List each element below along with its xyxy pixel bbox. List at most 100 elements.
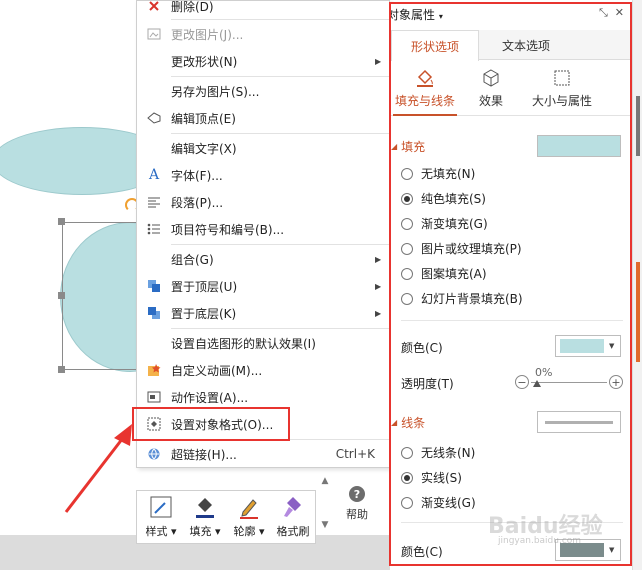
delete-x-icon — [137, 0, 171, 12]
line-preview-swatch[interactable] — [537, 411, 621, 433]
panel-tabs: 形状选项 文本选项 — [391, 30, 630, 61]
radio-label: 幻灯片背景填充(B) — [421, 292, 523, 306]
line-section-header[interactable]: ◢ 线条 — [391, 414, 425, 431]
tab-label: 文本选项 — [501, 38, 550, 53]
send-to-back-icon — [137, 306, 171, 320]
radio-label: 图案填充(A) — [421, 267, 487, 281]
scroll-down-icon[interactable]: ▼ — [322, 520, 329, 530]
radio-gradient-fill[interactable]: 渐变填充(G) — [401, 215, 488, 232]
menu-item-change-picture[interactable]: 更改图片(J)... — [137, 21, 389, 47]
help-button[interactable]: ? 帮助 — [340, 486, 374, 526]
style-label: 样式 — [145, 525, 168, 538]
menu-item-edit-points[interactable]: 编辑顶点(E) — [137, 105, 389, 131]
menu-item-edit-text[interactable]: 编辑文字(X) — [137, 135, 389, 161]
style-button[interactable]: 样式 ▾ — [139, 495, 183, 541]
pin-icon[interactable]: ⤡ — [599, 6, 608, 19]
subtab-label: 填充与线条 — [394, 94, 455, 108]
radio-solid-line[interactable]: 实线(S) — [401, 469, 462, 486]
subtab-fill-line[interactable]: 填充与线条 — [393, 68, 457, 116]
menu-item-group[interactable]: 组合(G) ▶ — [137, 246, 389, 272]
radio-no-line[interactable]: 无线条(N) — [401, 444, 475, 461]
change-picture-icon — [137, 28, 171, 40]
submenu-arrow-icon: ▶ — [375, 56, 382, 66]
decrease-icon[interactable]: − — [515, 375, 529, 389]
toolbar-scroll[interactable]: ▲ ▼ — [318, 476, 332, 530]
menu-item-font[interactable]: A 字体(F)... — [137, 162, 389, 188]
radio-dot — [401, 167, 413, 180]
help-icon: ? — [349, 486, 365, 502]
menu-item-label: 编辑顶点(E) — [171, 111, 236, 126]
subtab-label: 大小与属性 — [531, 94, 592, 108]
scroll-up-icon[interactable]: ▲ — [322, 476, 329, 486]
hyperlink-icon — [137, 447, 171, 461]
tab-shape-options[interactable]: 形状选项 — [391, 30, 479, 61]
custom-animation-icon — [137, 363, 171, 377]
radio-dot — [401, 496, 413, 509]
radio-slide-background-fill[interactable]: 幻灯片背景填充(B) — [401, 290, 523, 307]
radio-label: 无填充(N) — [421, 167, 476, 181]
menu-item-label: 置于顶层(U) — [171, 279, 238, 294]
menu-item-send-to-back[interactable]: 置于底层(K) ▶ — [137, 300, 389, 326]
menu-item-bring-to-front[interactable]: 置于顶层(U) ▶ — [137, 273, 389, 299]
menu-item-default-shape-effect[interactable]: 设置自选图形的默认效果(I) — [137, 330, 389, 356]
panel-menu-chevron-icon[interactable]: ▾ — [439, 12, 443, 21]
fill-bucket-icon — [196, 498, 214, 518]
color-swatch — [560, 339, 604, 353]
menu-item-paragraph[interactable]: 段落(P)... — [137, 189, 389, 215]
tab-text-options[interactable]: 文本选项 — [481, 30, 571, 60]
radio-pattern-fill[interactable]: 图案填充(A) — [401, 265, 487, 282]
highlight-annotation — [132, 407, 290, 441]
format-painter-button[interactable]: 格式刷 — [271, 495, 315, 541]
scroll-mark — [636, 96, 640, 156]
menu-separator — [171, 244, 389, 245]
menu-item-delete[interactable]: 删除(D) — [137, 0, 389, 19]
action-settings-icon — [137, 391, 171, 403]
menu-separator — [171, 133, 389, 134]
fill-preview-swatch[interactable] — [537, 135, 621, 157]
bullets-icon — [137, 223, 171, 235]
bring-to-front-icon — [137, 279, 171, 293]
transparency-slider[interactable]: 0% − + — [515, 366, 623, 392]
style-icon — [150, 496, 172, 518]
submenu-arrow-icon: ▶ — [375, 281, 382, 291]
fill-section-header[interactable]: ◢ 填充 — [391, 138, 425, 155]
mini-toolbar: 样式 ▾ 填充 ▾ 轮廓 ▾ 格式刷 — [136, 490, 316, 544]
menu-item-bullets-numbering[interactable]: 项目符号和编号(B)... — [137, 216, 389, 242]
slider-thumb[interactable] — [533, 380, 541, 387]
slider-track[interactable] — [531, 382, 607, 383]
menu-item-save-as-picture[interactable]: 另存为图片(S)... — [137, 78, 389, 104]
radio-no-fill[interactable]: 无填充(N) — [401, 165, 475, 182]
menu-item-label: 段落(P)... — [171, 195, 224, 210]
menu-item-change-shape[interactable]: 更改形状(N) ▶ — [137, 48, 389, 74]
increase-icon[interactable]: + — [609, 375, 623, 389]
radio-dot — [401, 192, 413, 205]
section-divider — [401, 320, 623, 321]
resize-handle[interactable] — [58, 292, 65, 299]
resize-handle[interactable] — [58, 366, 65, 373]
radio-label: 实线(S) — [421, 471, 462, 485]
menu-item-label: 自定义动画(M)... — [171, 363, 263, 378]
outline-button[interactable]: 轮廓 ▾ — [227, 495, 271, 541]
font-icon: A — [148, 167, 160, 183]
menu-item-label: 删除(D) — [171, 0, 214, 14]
outline-label: 轮廓 — [233, 525, 256, 538]
fill-button[interactable]: 填充 ▾ — [183, 495, 227, 541]
radio-gradient-line[interactable]: 渐变线(G) — [401, 494, 476, 511]
subtab-effects[interactable]: 效果 — [471, 68, 511, 116]
side-scrollbar[interactable] — [632, 0, 642, 570]
close-icon[interactable]: ✕ — [615, 6, 624, 19]
menu-separator — [171, 328, 389, 329]
fill-label: 填充 — [189, 525, 212, 538]
subtab-size-properties[interactable]: 大小与属性 — [527, 68, 597, 116]
menu-item-label: 编辑文字(X) — [171, 141, 237, 156]
menu-item-custom-animation[interactable]: 自定义动画(M)... — [137, 357, 389, 383]
radio-picture-fill[interactable]: 图片或纹理填充(P) — [401, 240, 522, 257]
line-sample — [545, 420, 613, 424]
fill-heading: 填充 — [401, 140, 426, 154]
radio-solid-fill[interactable]: 纯色填充(S) — [401, 190, 486, 207]
subtab-label: 效果 — [478, 94, 503, 108]
fill-color-dropdown[interactable]: ▼ — [555, 335, 621, 357]
resize-handle[interactable] — [58, 218, 65, 225]
menu-item-label: 更改图片(J)... — [171, 27, 244, 42]
menu-item-hyperlink[interactable]: 超链接(H)... Ctrl+K — [137, 441, 389, 467]
